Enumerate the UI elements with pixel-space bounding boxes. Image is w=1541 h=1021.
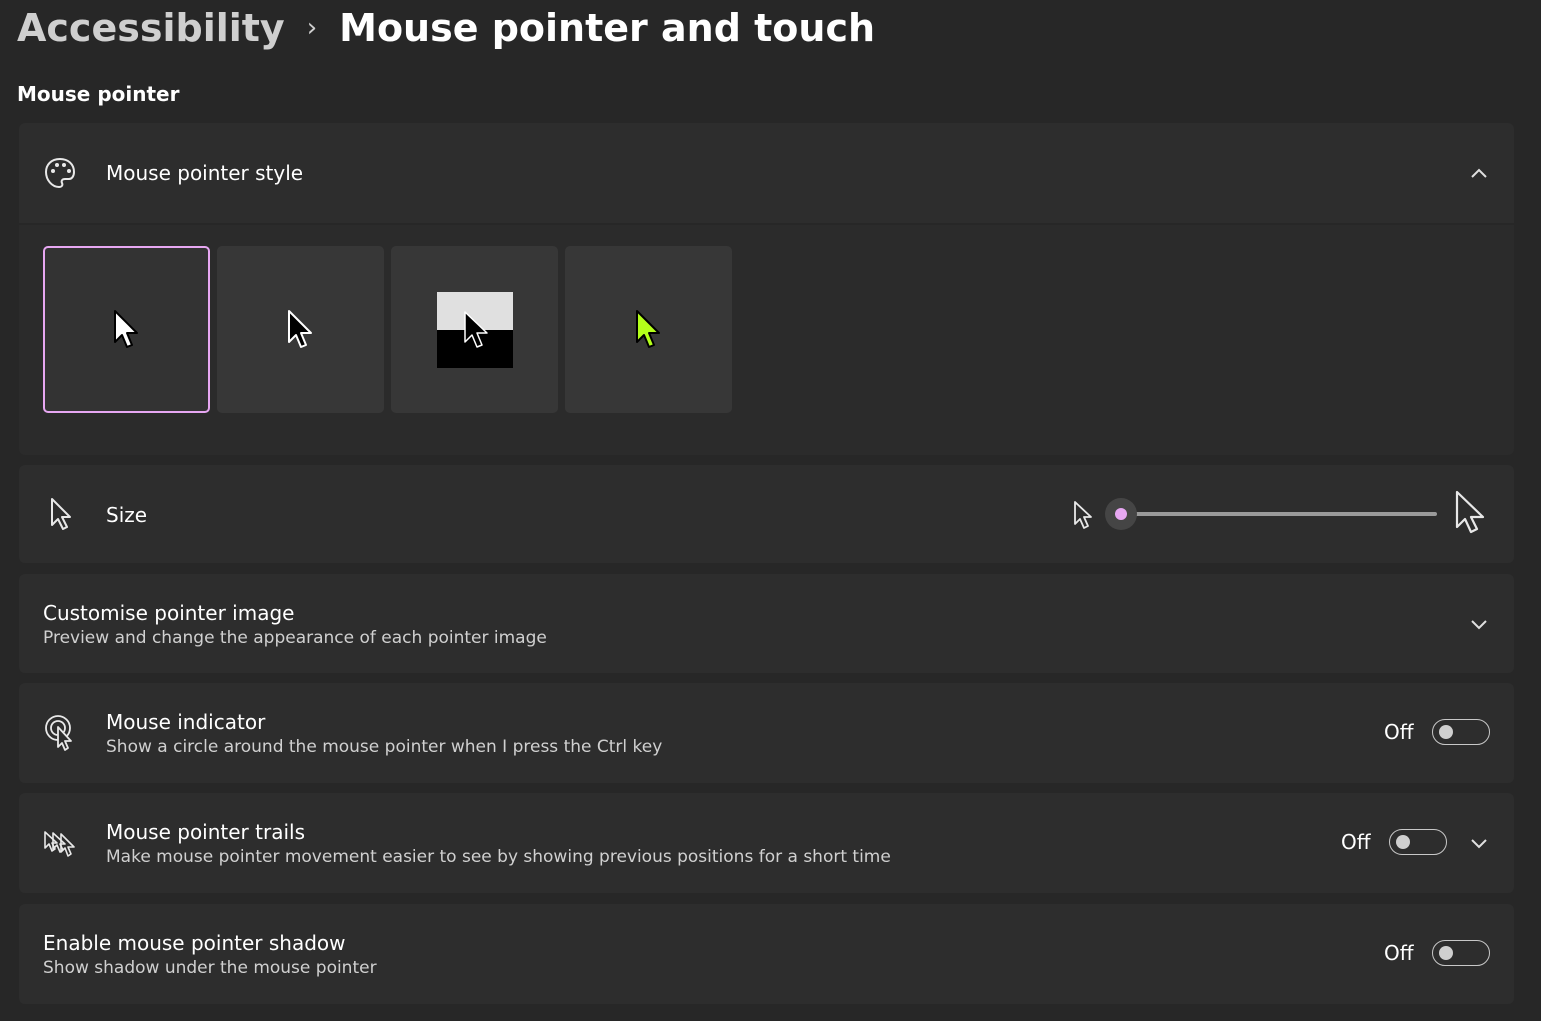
- customise-subtitle: Preview and change the appearance of eac…: [43, 628, 547, 648]
- page-title: Mouse pointer and touch: [339, 6, 876, 50]
- pointer-style-custom[interactable]: [565, 246, 732, 413]
- customise-pointer-card[interactable]: Customise pointer image Preview and chan…: [19, 574, 1514, 673]
- pointer-style-inverted[interactable]: [391, 246, 558, 413]
- pointer-trails-state: Off: [1341, 830, 1371, 854]
- pointer-trails-toggle-group: Off: [1341, 829, 1447, 855]
- pointer-trails-toggle[interactable]: [1388, 829, 1447, 855]
- chevron-down-icon[interactable]: [1469, 614, 1489, 634]
- pointer-shadow-toggle[interactable]: [1431, 940, 1490, 966]
- pointer-trails-card: Mouse pointer trails Make mouse pointer …: [19, 793, 1514, 893]
- pointer-shadow-state: Off: [1384, 941, 1414, 965]
- pointer-shadow-card: Enable mouse pointer shadow Show shadow …: [19, 904, 1514, 1004]
- mouse-indicator-subtitle: Show a circle around the mouse pointer w…: [106, 737, 663, 757]
- mouse-indicator-toggle[interactable]: [1431, 719, 1490, 745]
- pointer-style-title: Mouse pointer style: [106, 161, 304, 185]
- chevron-up-icon[interactable]: [1469, 163, 1489, 183]
- palette-icon: [42, 155, 78, 191]
- size-slider-thumb[interactable]: [1105, 498, 1137, 530]
- toggle-knob: [1395, 835, 1410, 849]
- breadcrumb: Accessibility › Mouse pointer and touch: [17, 0, 875, 56]
- settings-page: Accessibility › Mouse pointer and touch …: [0, 0, 1541, 1021]
- mouse-indicator-toggle-group: Off: [1384, 719, 1490, 745]
- pointer-style-black[interactable]: [217, 246, 384, 413]
- customise-title: Customise pointer image: [43, 601, 295, 625]
- size-title: Size: [106, 503, 148, 527]
- breadcrumb-separator: ›: [306, 13, 318, 43]
- breadcrumb-accessibility-link[interactable]: Accessibility: [17, 6, 285, 50]
- pointer-style-white[interactable]: [43, 246, 210, 413]
- cursor-icon: [42, 496, 78, 532]
- pointer-trails-subtitle: Make mouse pointer movement easier to se…: [106, 847, 891, 867]
- mouse-indicator-state: Off: [1384, 720, 1414, 744]
- pointer-trails-icon: [42, 825, 78, 861]
- black-cursor-icon: [287, 309, 312, 348]
- custom-color-cursor-icon: [635, 309, 660, 348]
- mouse-indicator-title: Mouse indicator: [106, 710, 266, 734]
- pointer-shadow-toggle-group: Off: [1384, 940, 1490, 966]
- size-slider-track[interactable]: [1121, 512, 1437, 516]
- chevron-down-icon[interactable]: [1469, 833, 1489, 853]
- inverted-cursor-icon: [436, 291, 513, 368]
- mouse-indicator-icon: [42, 714, 78, 751]
- section-title-mouse-pointer: Mouse pointer: [17, 82, 180, 106]
- pointer-trails-title: Mouse pointer trails: [106, 820, 305, 844]
- large-cursor-icon: [1452, 489, 1488, 539]
- toggle-knob: [1438, 725, 1453, 739]
- toggle-knob: [1438, 946, 1453, 960]
- white-cursor-icon: [113, 309, 138, 348]
- pointer-shadow-subtitle: Show shadow under the mouse pointer: [43, 958, 377, 978]
- pointer-style-header[interactable]: Mouse pointer style: [19, 123, 1514, 223]
- slider-thumb-dot: [1115, 508, 1127, 520]
- mouse-indicator-card: Mouse indicator Show a circle around the…: [19, 683, 1514, 783]
- small-cursor-icon: [1071, 500, 1093, 534]
- pointer-shadow-title: Enable mouse pointer shadow: [43, 931, 346, 955]
